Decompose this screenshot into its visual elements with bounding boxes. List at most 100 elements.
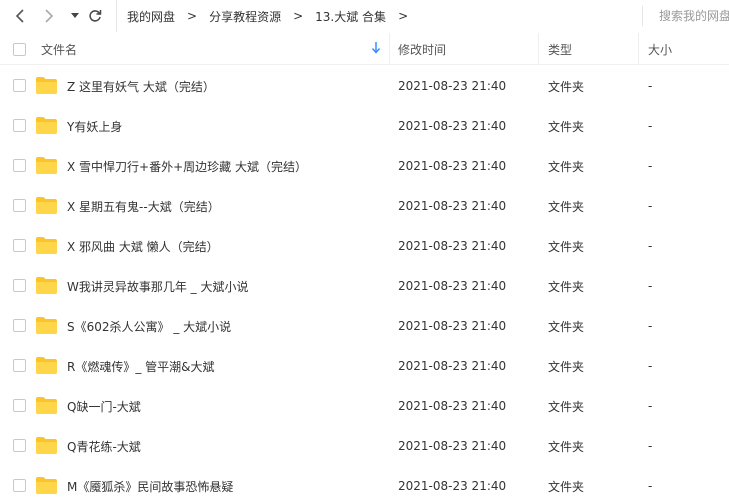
file-row[interactable]: R《燃魂传》_ 管平潮&大斌 2021-08-23 21:40 文件夹 - — [0, 346, 729, 386]
file-modified: 2021-08-23 21:40 — [398, 439, 507, 453]
sort-down-icon[interactable] — [372, 42, 380, 54]
file-name[interactable]: R《燃魂传》_ 管平潮&大斌 — [67, 346, 215, 386]
row-checkbox[interactable] — [13, 319, 26, 332]
row-checkbox[interactable] — [13, 439, 26, 452]
column-size[interactable]: 大小 — [648, 33, 672, 65]
file-size: - — [648, 199, 653, 213]
file-row[interactable]: Y有妖上身 2021-08-23 21:40 文件夹 - — [0, 106, 729, 146]
file-type: 文件夹 — [548, 279, 585, 294]
file-name[interactable]: Z 这里有妖气 大斌（完结） — [67, 66, 215, 106]
breadcrumb-separator: > — [293, 9, 304, 23]
breadcrumb-separator: > — [398, 9, 409, 23]
file-type: 文件夹 — [548, 359, 585, 374]
forward-button[interactable] — [36, 3, 62, 29]
file-type: 文件夹 — [548, 159, 585, 174]
row-checkbox[interactable] — [13, 479, 26, 492]
row-checkbox[interactable] — [13, 79, 26, 92]
column-divider[interactable] — [389, 33, 390, 65]
breadcrumb-separator: > — [187, 9, 198, 23]
row-checkbox[interactable] — [13, 359, 26, 372]
column-divider[interactable] — [638, 33, 639, 65]
folder-icon — [36, 277, 57, 294]
folder-icon — [36, 117, 57, 134]
file-type: 文件夹 — [548, 399, 585, 414]
file-modified: 2021-08-23 21:40 — [398, 119, 507, 133]
file-type: 文件夹 — [548, 439, 585, 454]
file-modified: 2021-08-23 21:40 — [398, 319, 507, 333]
file-row[interactable]: W我讲灵异故事那几年 _ 大斌小说 2021-08-23 21:40 文件夹 - — [0, 266, 729, 306]
column-header: 文件名 修改时间 类型 大小 — [0, 33, 729, 65]
back-button[interactable] — [7, 3, 33, 29]
breadcrumb-item-shared-resources[interactable]: 分享教程资源 — [209, 8, 281, 25]
column-name[interactable]: 文件名 — [41, 33, 77, 65]
file-name[interactable]: X 邪风曲 大斌 懒人（完结） — [67, 226, 219, 266]
file-size: - — [648, 479, 653, 493]
file-row[interactable]: X 邪风曲 大斌 懒人（完结） 2021-08-23 21:40 文件夹 - — [0, 226, 729, 266]
file-name[interactable]: X 星期五有鬼--大斌（完结） — [67, 186, 220, 226]
file-row[interactable]: Z 这里有妖气 大斌（完结） 2021-08-23 21:40 文件夹 - — [0, 66, 729, 106]
row-checkbox[interactable] — [13, 279, 26, 292]
file-size: - — [648, 439, 653, 453]
folder-icon — [36, 397, 57, 414]
file-type: 文件夹 — [548, 319, 585, 334]
file-row[interactable]: S《602杀人公寓》 _ 大斌小说 2021-08-23 21:40 文件夹 - — [0, 306, 729, 346]
folder-icon — [36, 317, 57, 334]
file-type: 文件夹 — [548, 79, 585, 94]
folder-icon — [36, 157, 57, 174]
file-size: - — [648, 239, 653, 253]
toolbar: 我的网盘 > 分享教程资源 > 13.大斌 合集 > — [0, 0, 729, 32]
column-divider[interactable] — [538, 33, 539, 65]
file-type: 文件夹 — [548, 119, 585, 134]
file-modified: 2021-08-23 21:40 — [398, 79, 507, 93]
folder-icon — [36, 437, 57, 454]
chevron-right-icon — [45, 9, 54, 23]
file-name[interactable]: Y有妖上身 — [67, 106, 122, 146]
folder-icon — [36, 237, 57, 254]
file-modified: 2021-08-23 21:40 — [398, 159, 507, 173]
file-size: - — [648, 159, 653, 173]
folder-icon — [36, 477, 57, 494]
file-type: 文件夹 — [548, 239, 585, 254]
breadcrumb-item-current-folder[interactable]: 13.大斌 合集 — [315, 8, 386, 25]
refresh-button[interactable] — [82, 3, 108, 29]
file-row[interactable]: X 星期五有鬼--大斌（完结） 2021-08-23 21:40 文件夹 - — [0, 186, 729, 226]
file-name[interactable]: Q缺一门-大斌 — [67, 386, 141, 426]
file-type: 文件夹 — [548, 199, 585, 214]
file-size: - — [648, 399, 653, 413]
column-type[interactable]: 类型 — [548, 33, 572, 65]
file-modified: 2021-08-23 21:40 — [398, 399, 507, 413]
file-size: - — [648, 119, 653, 133]
file-name[interactable]: M《魇狐杀》民间故事恐怖悬疑 — [67, 466, 233, 504]
file-name[interactable]: S《602杀人公寓》 _ 大斌小说 — [67, 306, 231, 346]
folder-icon — [36, 77, 57, 94]
row-checkbox[interactable] — [13, 399, 26, 412]
file-size: - — [648, 359, 653, 373]
file-modified: 2021-08-23 21:40 — [398, 359, 507, 373]
search-box — [642, 6, 729, 26]
file-row[interactable]: Q缺一门-大斌 2021-08-23 21:40 文件夹 - — [0, 386, 729, 426]
row-checkbox[interactable] — [13, 159, 26, 172]
column-modified[interactable]: 修改时间 — [398, 33, 446, 65]
file-name[interactable]: X 雪中悍刀行+番外+周边珍藏 大斌（完结） — [67, 146, 307, 186]
file-modified: 2021-08-23 21:40 — [398, 199, 507, 213]
file-row[interactable]: M《魇狐杀》民间故事恐怖悬疑 2021-08-23 21:40 文件夹 - — [0, 466, 729, 504]
file-name[interactable]: W我讲灵异故事那几年 _ 大斌小说 — [67, 266, 249, 306]
file-row[interactable]: X 雪中悍刀行+番外+周边珍藏 大斌（完结） 2021-08-23 21:40 … — [0, 146, 729, 186]
select-all-checkbox[interactable] — [13, 43, 26, 56]
file-size: - — [648, 79, 653, 93]
refresh-icon — [89, 10, 102, 22]
row-checkbox[interactable] — [13, 239, 26, 252]
file-name[interactable]: Q青花练-大斌 — [67, 426, 141, 466]
search-input[interactable] — [659, 9, 729, 23]
row-checkbox[interactable] — [13, 199, 26, 212]
breadcrumb-item-my-disk[interactable]: 我的网盘 — [127, 8, 175, 25]
row-checkbox[interactable] — [13, 119, 26, 132]
file-modified: 2021-08-23 21:40 — [398, 279, 507, 293]
file-row[interactable]: Q青花练-大斌 2021-08-23 21:40 文件夹 - — [0, 426, 729, 466]
caret-down-icon — [71, 13, 79, 18]
file-type: 文件夹 — [548, 479, 585, 494]
folder-icon — [36, 197, 57, 214]
folder-icon — [36, 357, 57, 374]
chevron-left-icon — [15, 9, 24, 23]
file-modified: 2021-08-23 21:40 — [398, 479, 507, 493]
